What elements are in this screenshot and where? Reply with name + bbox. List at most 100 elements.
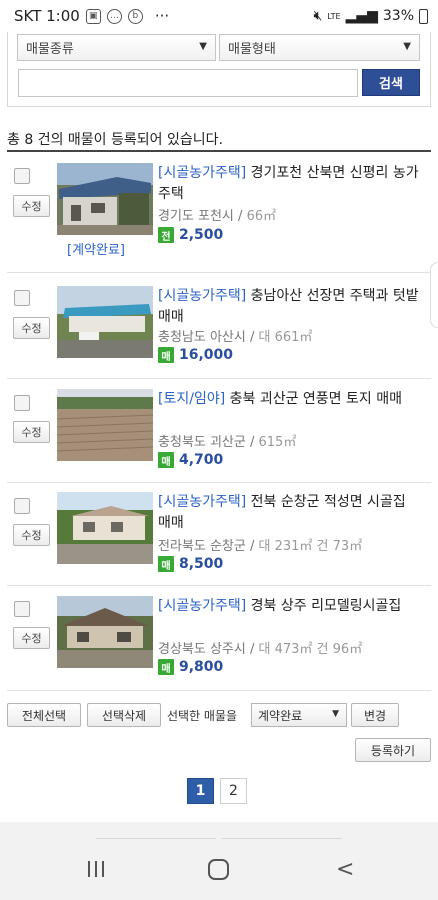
row-divider (7, 378, 431, 379)
row-divider (7, 690, 431, 691)
listing-location: 경상북도 상주시 / 대 473㎡ 건 96㎡ (158, 642, 363, 657)
change-button[interactable]: 변경 (351, 703, 399, 727)
gallery-icon: ▣ (85, 8, 101, 24)
status-bar: SKT 1:00 ▣ … b ··· 🔇︎ LTE ▂▄▆ 33% (0, 0, 438, 32)
pagination: 1 2 (187, 778, 247, 804)
lte-label: LTE (327, 11, 341, 21)
listing-count: 총 8 건의 매물이 등록되어 있습니다. (7, 132, 223, 148)
page-2-link[interactable]: 2 (220, 778, 247, 804)
divider (7, 150, 431, 152)
property-type-value: 매물종류 (26, 42, 74, 57)
property-type-select[interactable]: 매물종류 ▼ (17, 34, 216, 61)
listing-title[interactable]: [시골농가주택] 경기포천 산북면 신평리 농가주택 (158, 163, 420, 205)
message-icon: … (106, 8, 122, 24)
row-divider (7, 585, 431, 586)
battery-icon (419, 8, 428, 24)
select-all-button[interactable]: 전체선택 (7, 703, 81, 727)
listing-price: 매 9,800 (158, 659, 223, 675)
listing-category[interactable]: [시골농가주택] (158, 598, 246, 614)
listing-area: 615㎡ (258, 435, 297, 450)
listing-thumbnail[interactable] (57, 596, 153, 668)
listing-region: 경상북도 상주시 (158, 642, 246, 657)
listing-price: 매 4,700 (158, 452, 223, 468)
listing-location: 경기도 포천시 / 66㎡ (158, 209, 277, 224)
contract-complete-label: [계약완료] (67, 243, 125, 258)
footer-divider (96, 838, 216, 839)
listing-checkbox[interactable] (14, 601, 30, 617)
edit-button[interactable]: 수정 (13, 195, 50, 217)
listing-checkbox[interactable] (14, 498, 30, 514)
search-input[interactable] (18, 69, 358, 97)
delete-selected-button[interactable]: 선택삭제 (87, 703, 161, 727)
back-icon[interactable]: < (336, 857, 354, 882)
system-navigation-bar: < (0, 840, 438, 900)
listing-title-text[interactable]: 충북 괴산군 연풍면 토지 매매 (225, 391, 402, 407)
row-divider (7, 482, 431, 483)
chevron-down-icon: ▼ (332, 709, 339, 719)
listing-price: 매 16,000 (158, 347, 233, 363)
listing-category[interactable]: [시골농가주택] (158, 165, 246, 181)
listing-region: 충청북도 괴산군 (158, 435, 246, 450)
listing-area: 66㎡ (246, 209, 277, 224)
signal-icon: ▂▄▆ (345, 8, 378, 24)
app-icon: b (127, 8, 143, 24)
listing-title-text[interactable]: 경북 상주 리모델링시골집 (246, 598, 402, 614)
mute-icon: 🔇︎ (313, 8, 323, 24)
status-select-value: 계약완료 (258, 708, 303, 723)
listing-title[interactable]: [시골농가주택] 충남아산 선장면 주택과 텃밭 매매 (158, 286, 420, 328)
listing-checkbox[interactable] (14, 168, 30, 184)
listing-title[interactable]: [시골농가주택] 경북 상주 리모델링시골집 (158, 596, 420, 617)
row-divider (7, 272, 431, 273)
property-form-value: 매물형태 (228, 42, 276, 57)
price-value: 16,000 (179, 347, 234, 363)
listing-region: 경기도 포천시 (158, 209, 234, 224)
deal-type-badge: 매 (158, 347, 174, 363)
listing-location: 전라북도 순창군 / 대 231㎡ 건 73㎡ (158, 539, 363, 554)
listing-category[interactable]: [시골농가주택] (158, 494, 246, 510)
listing-thumbnail[interactable] (57, 163, 153, 235)
selected-items-label: 선택한 매물을 (167, 709, 238, 723)
listing-area: 대 473㎡ 건 96㎡ (258, 642, 363, 657)
listing-checkbox[interactable] (14, 395, 30, 411)
edit-button[interactable]: 수정 (13, 627, 50, 649)
price-value: 8,500 (179, 556, 224, 572)
search-button[interactable]: 검색 (362, 69, 420, 96)
page-1-link[interactable]: 1 (187, 778, 214, 804)
listing-thumbnail[interactable] (57, 286, 153, 358)
recent-apps-icon[interactable] (88, 861, 104, 877)
chevron-down-icon: ▼ (403, 41, 411, 52)
listing-region: 충청남도 아산시 (158, 330, 246, 345)
deal-type-badge: 매 (158, 452, 174, 468)
listing-thumbnail[interactable] (57, 492, 153, 564)
home-icon[interactable] (208, 859, 229, 880)
listing-thumbnail[interactable] (57, 389, 153, 461)
edit-button[interactable]: 수정 (13, 524, 50, 546)
listing-category[interactable]: [시골농가주택] (158, 288, 246, 304)
carrier-time: SKT 1:00 (14, 7, 80, 25)
listing-price: 전 2,500 (158, 227, 223, 243)
listing-title[interactable]: [시골농가주택] 전북 순창군 적성면 시골집 매매 (158, 492, 420, 534)
edit-button[interactable]: 수정 (13, 421, 50, 443)
listing-area: 대 661㎡ (258, 330, 313, 345)
listing-checkbox[interactable] (14, 290, 30, 306)
deal-type-badge: 매 (158, 556, 174, 572)
listing-location: 충청남도 아산시 / 대 661㎡ (158, 330, 313, 345)
side-scroll-handle[interactable] (430, 262, 438, 328)
property-form-select[interactable]: 매물형태 ▼ (219, 34, 420, 61)
bulk-actions: 전체선택 선택삭제 선택한 매물을 계약완료 ▼ 변경 (7, 701, 431, 733)
price-value: 2,500 (179, 227, 224, 243)
status-select[interactable]: 계약완료 ▼ (251, 703, 347, 727)
footer-divider (222, 838, 342, 839)
register-button[interactable]: 등록하기 (355, 738, 431, 762)
deal-type-badge: 매 (158, 659, 174, 675)
more-notifications: ··· (154, 7, 170, 25)
listing-region: 전라북도 순창군 (158, 539, 246, 554)
deal-type-badge: 전 (158, 227, 174, 243)
price-value: 4,700 (179, 452, 224, 468)
listing-location: 충청북도 괴산군 / 615㎡ (158, 435, 297, 450)
listing-title[interactable]: [토지/임야] 충북 괴산군 연풍면 토지 매매 (158, 389, 420, 410)
chevron-down-icon: ▼ (199, 41, 207, 52)
listing-category[interactable]: [토지/임야] (158, 391, 225, 407)
price-value: 9,800 (179, 659, 224, 675)
edit-button[interactable]: 수정 (13, 317, 50, 339)
